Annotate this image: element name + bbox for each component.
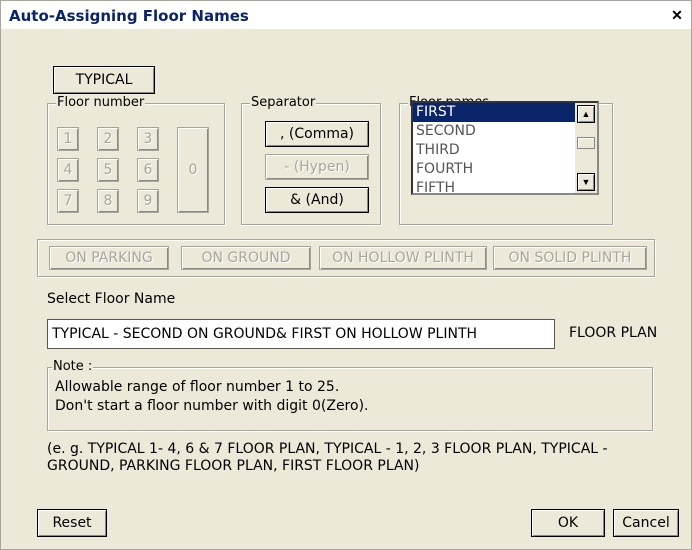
key-1[interactable]: 1 xyxy=(57,127,79,151)
note-label: Note : xyxy=(52,359,94,374)
key-4[interactable]: 4 xyxy=(57,158,79,182)
close-icon[interactable]: ✕ xyxy=(669,7,685,23)
floor-plan-suffix: FLOOR PLAN xyxy=(569,325,658,341)
on-ground-button[interactable]: ON GROUND xyxy=(181,246,311,270)
cancel-button[interactable]: Cancel xyxy=(613,509,679,537)
hyphen-button[interactable]: - (Hypen) xyxy=(265,154,369,180)
scroll-up-icon[interactable]: ▲ xyxy=(577,105,595,123)
list-item-third[interactable]: THIRD xyxy=(413,141,575,160)
key-0[interactable]: 0 xyxy=(177,127,209,213)
key-2[interactable]: 2 xyxy=(97,127,119,151)
example-line-2: GROUND, PARKING FLOOR PLAN, FIRST FLOOR … xyxy=(47,458,420,474)
reset-button[interactable]: Reset xyxy=(37,509,107,537)
typical-button[interactable]: TYPICAL xyxy=(53,66,155,94)
note-line-1: Allowable range of floor number 1 to 25. xyxy=(55,379,340,395)
title-bar[interactable]: Auto-Assigning Floor Names ✕ xyxy=(1,1,691,29)
key-5[interactable]: 5 xyxy=(97,158,119,182)
list-item-first[interactable]: FIRST xyxy=(413,103,575,122)
dialog-window: Auto-Assigning Floor Names ✕ TYPICAL Flo… xyxy=(0,0,692,550)
scroll-thumb[interactable] xyxy=(577,137,595,149)
on-hollow-plinth-button[interactable]: ON HOLLOW PLINTH xyxy=(319,246,487,270)
ok-button[interactable]: OK xyxy=(531,509,605,537)
and-button[interactable]: & (And) xyxy=(265,187,369,213)
floor-number-label: Floor number xyxy=(56,95,146,110)
note-line-2: Don't start a floor number with digit 0(… xyxy=(55,398,369,414)
key-6[interactable]: 6 xyxy=(137,158,159,182)
comma-button[interactable]: , (Comma) xyxy=(265,121,369,147)
floor-name-field[interactable]: TYPICAL - SECOND ON GROUND& FIRST ON HOL… xyxy=(47,319,555,349)
on-solid-plinth-button[interactable]: ON SOLID PLINTH xyxy=(493,246,647,270)
window-title: Auto-Assigning Floor Names xyxy=(9,7,249,25)
separator-label: Separator xyxy=(250,95,317,110)
key-7[interactable]: 7 xyxy=(57,189,79,213)
scroll-down-icon[interactable]: ▼ xyxy=(577,173,595,191)
select-floor-name-label: Select Floor Name xyxy=(47,291,176,307)
key-9[interactable]: 9 xyxy=(137,189,159,213)
on-parking-button[interactable]: ON PARKING xyxy=(49,246,169,270)
key-8[interactable]: 8 xyxy=(97,189,119,213)
list-item-fourth[interactable]: FOURTH xyxy=(413,160,575,179)
key-3[interactable]: 3 xyxy=(137,127,159,151)
list-item-second[interactable]: SECOND xyxy=(413,122,575,141)
listbox-scrollbar[interactable]: ▲ ▼ xyxy=(575,103,597,193)
list-item-fifth[interactable]: FIFTH xyxy=(413,179,575,193)
example-line-1: (e. g. TYPICAL 1- 4, 6 & 7 FLOOR PLAN, T… xyxy=(47,441,608,457)
floor-names-listbox[interactable]: FIRST SECOND THIRD FOURTH FIFTH ▲ ▼ xyxy=(411,101,599,195)
